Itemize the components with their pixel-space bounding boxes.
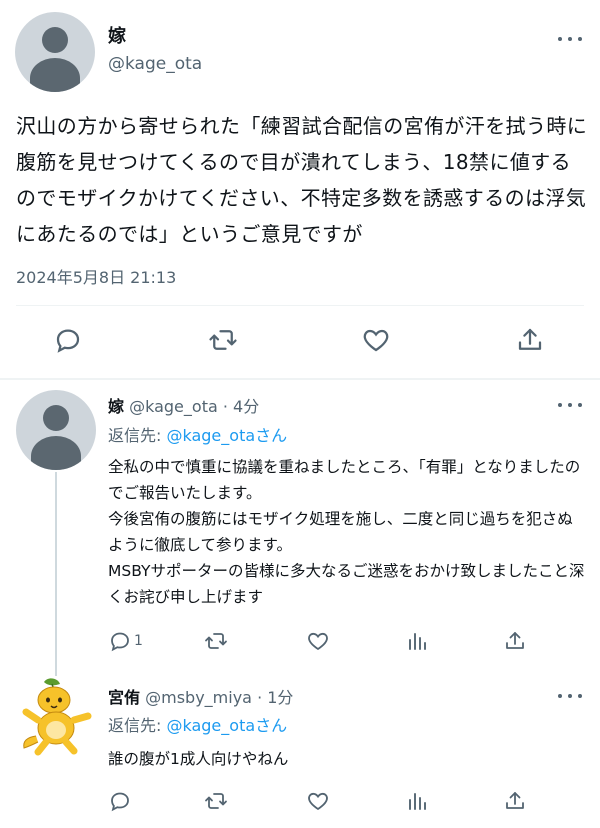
user-handle[interactable]: @kage_ota bbox=[108, 54, 202, 74]
reply-to-label: 返信先: bbox=[108, 426, 167, 445]
more-icon[interactable] bbox=[558, 34, 582, 44]
tweet-text: 全私の中で慎重に協議を重ねましたところ、「有罪」となりましたのでご報告いたします… bbox=[108, 458, 585, 606]
user-handle[interactable]: @msby_miya bbox=[145, 688, 252, 707]
main-tweet: 嫁 @kage_ota 沢山の方から寄せられた「練習試合配信の宮侑が汗を拭う時に… bbox=[0, 0, 600, 380]
share-icon[interactable] bbox=[512, 322, 548, 358]
more-icon[interactable] bbox=[558, 691, 582, 701]
separator-dot: · bbox=[257, 688, 263, 707]
display-name[interactable]: 嫁 bbox=[108, 397, 124, 416]
reply-tweet: 嫁 @kage_ota · 4分 返信先: @kage_otaさん 全私の中で慎… bbox=[0, 380, 600, 670]
more-icon[interactable] bbox=[558, 400, 582, 410]
avatar[interactable] bbox=[16, 390, 96, 470]
tweet-actions: 1 bbox=[0, 628, 600, 658]
retweet-icon[interactable] bbox=[203, 628, 229, 654]
avatar-body-shape bbox=[30, 58, 80, 92]
retweet-icon[interactable] bbox=[205, 322, 241, 358]
relative-time[interactable]: 4分 bbox=[233, 397, 259, 416]
reply-tweet: 宮侑 @msby_miya · 1分 返信先: @kage_otaさん 誰の腹が… bbox=[0, 674, 600, 828]
reply-icon[interactable] bbox=[50, 322, 86, 358]
heart-icon[interactable] bbox=[306, 788, 330, 814]
avatar-head-shape bbox=[43, 405, 69, 431]
reply-to: 返信先: @kage_otaさん bbox=[108, 712, 287, 736]
reply-to-handle[interactable]: @kage_otaさん bbox=[166, 426, 287, 445]
reply-to-handle[interactable]: @kage_otaさん bbox=[166, 716, 287, 735]
views-icon[interactable] bbox=[405, 628, 429, 654]
reply-to: 返信先: @kage_otaさん bbox=[108, 422, 287, 446]
user-handle[interactable]: @kage_ota bbox=[129, 397, 218, 416]
views-icon[interactable] bbox=[405, 788, 429, 814]
divider bbox=[16, 305, 584, 306]
reply-to-label: 返信先: bbox=[108, 716, 167, 735]
tweet-text: 沢山の方から寄せられた「練習試合配信の宮侑が汗を拭う時に腹筋を見せつけてくるので… bbox=[16, 114, 588, 246]
share-icon[interactable] bbox=[503, 788, 527, 814]
reply-icon bbox=[111, 632, 129, 652]
tweet-text: 誰の腹が1成人向けやねん bbox=[108, 750, 289, 768]
heart-icon[interactable] bbox=[306, 628, 330, 654]
relative-time[interactable]: 1分 bbox=[267, 688, 293, 707]
retweet-icon[interactable] bbox=[203, 788, 229, 814]
avatar-body-shape bbox=[31, 436, 81, 470]
reply-button[interactable]: 1 bbox=[108, 628, 143, 654]
reply-header: 宮侑 @msby_miya · 1分 bbox=[108, 684, 293, 708]
avatar-head-shape bbox=[42, 27, 68, 53]
reply-header: 嫁 @kage_ota · 4分 bbox=[108, 393, 259, 417]
heart-icon[interactable] bbox=[358, 322, 394, 358]
tweet-timestamp[interactable]: 2024年5月8日 21:13 bbox=[16, 264, 176, 288]
display-name[interactable]: 嫁 bbox=[108, 22, 126, 48]
tweet-actions bbox=[0, 788, 600, 818]
display-name[interactable]: 宮侑 bbox=[108, 688, 140, 707]
avatar[interactable] bbox=[15, 12, 95, 92]
tweet-actions bbox=[0, 322, 600, 362]
share-icon[interactable] bbox=[503, 628, 527, 654]
separator-dot: · bbox=[222, 397, 228, 416]
reply-icon[interactable] bbox=[108, 788, 132, 814]
reply-count: 1 bbox=[134, 633, 143, 649]
thread-line bbox=[55, 472, 57, 676]
